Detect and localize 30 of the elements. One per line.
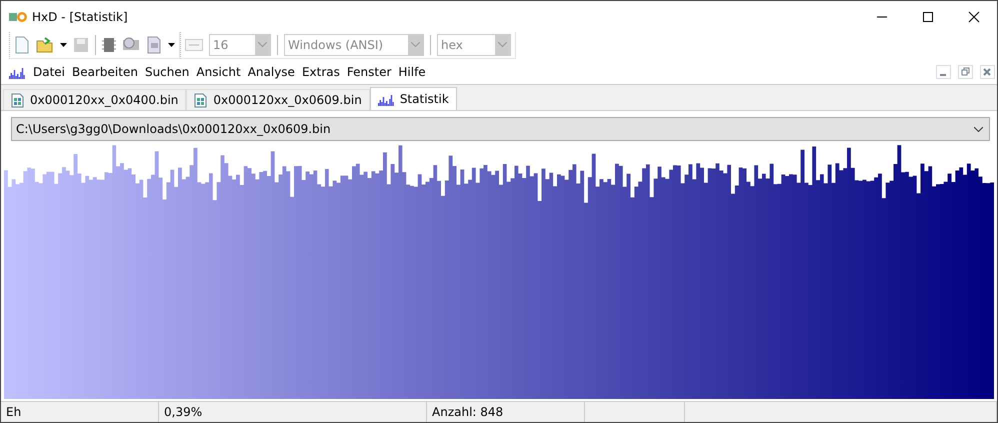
dropdown-arrow-icon[interactable] xyxy=(168,42,175,46)
new-file-icon[interactable] xyxy=(14,36,30,54)
tab[interactable]: 0x000120xx_0x0400.bin xyxy=(3,89,186,110)
menu-item[interactable]: Fenster xyxy=(344,65,394,79)
menu-item[interactable]: Suchen xyxy=(142,65,192,79)
menu-item[interactable]: Extras xyxy=(298,65,343,79)
file-select-dropdown[interactable]: C:\Users\g3gg0\Downloads\0x000120xx_0x0609.bin xyxy=(11,117,990,141)
bar-chart-icon xyxy=(9,66,25,78)
hex-file-icon xyxy=(11,92,24,108)
status-text: Anzahl: 848 xyxy=(432,405,504,419)
menu-item[interactable]: Analyse xyxy=(244,65,298,79)
tab[interactable]: Statistik xyxy=(370,87,457,110)
window-title: HxD - [Statistik] xyxy=(32,10,128,24)
menu-item[interactable]: Bearbeiten xyxy=(69,65,141,79)
menu-item[interactable]: Ansicht xyxy=(193,65,244,79)
menu-item[interactable]: Hilfe xyxy=(395,65,429,79)
column-width-icon[interactable] xyxy=(185,38,203,50)
document-icon[interactable] xyxy=(146,36,162,54)
status-text: Eh xyxy=(6,405,22,419)
memory-chip-icon[interactable] xyxy=(102,36,116,52)
app-logo-icon xyxy=(8,10,28,24)
hex-file-icon xyxy=(194,92,208,108)
bar-chart-icon xyxy=(378,92,394,106)
dropdown-arrow-icon[interactable] xyxy=(60,42,67,46)
minimize-icon[interactable] xyxy=(936,65,951,79)
status-text: 0,39% xyxy=(164,405,202,419)
open-folder-icon[interactable] xyxy=(36,36,54,54)
restore-icon[interactable] xyxy=(958,65,973,79)
tab[interactable]: 0x000120xx_0x0609.bin xyxy=(186,89,370,110)
menu-item[interactable]: Datei xyxy=(30,65,68,79)
